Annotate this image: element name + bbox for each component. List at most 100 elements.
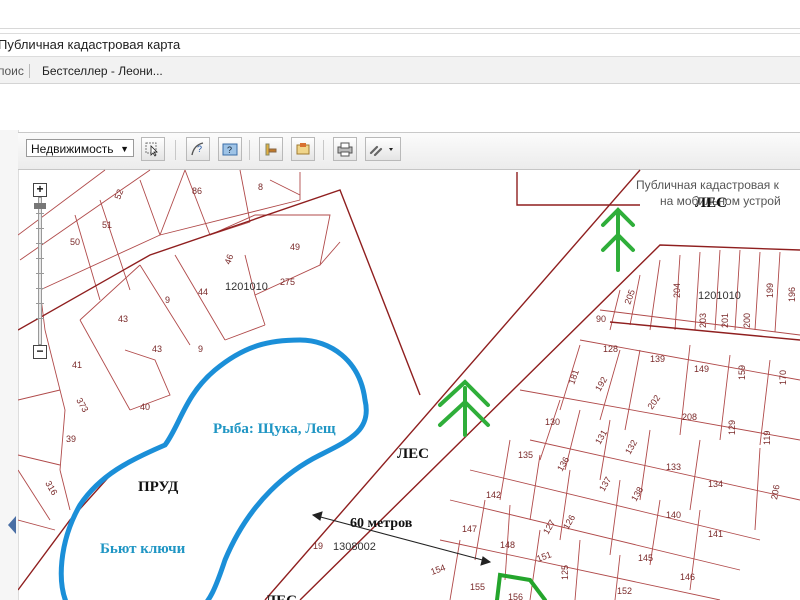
- springs-label: Бьют ключи: [100, 541, 186, 557]
- chevron-down-icon: ▼: [120, 144, 129, 154]
- favorites-bar: поис Бестселлер - Леони...: [0, 57, 800, 84]
- parcel-number: 204: [672, 283, 682, 298]
- address-bar[interactable]: Публичная кадастровая карта: [0, 33, 800, 57]
- titlebar-divider: [0, 28, 800, 29]
- zoom-in-button[interactable]: +: [33, 183, 47, 197]
- parcel-number: 154: [429, 562, 447, 577]
- map-canvas[interactable]: 52 86 8 51 50 49 46 275 44 9 43 43 9 41 …: [18, 169, 800, 600]
- measure-icon: [265, 143, 277, 156]
- print-icon: [337, 142, 353, 157]
- parcel-number: 129: [727, 420, 737, 435]
- parcel-lines: [18, 169, 800, 600]
- arrowhead-icon: [480, 556, 492, 566]
- tree-icon: [601, 207, 635, 272]
- parcel-number: 133: [666, 462, 681, 472]
- parcel-number: 373: [74, 396, 90, 414]
- parcel-number: 90: [596, 314, 606, 324]
- parcel-number: 39: [66, 434, 76, 444]
- layer-select-value: Недвижимость: [31, 142, 114, 156]
- link-button[interactable]: [365, 137, 401, 161]
- parcel-number: 155: [470, 582, 485, 592]
- parcel-number: 9: [198, 344, 203, 354]
- layer-select[interactable]: Недвижимость ▼: [26, 139, 134, 157]
- identify-button[interactable]: ?: [186, 137, 210, 161]
- parcel-number: 206: [769, 484, 781, 501]
- measure-button[interactable]: [259, 137, 283, 161]
- parcel-number: 40: [140, 402, 150, 412]
- tree-icon: [438, 379, 490, 437]
- parcel-number: 203: [698, 313, 708, 328]
- quarter-boundaries: [18, 169, 800, 600]
- arrowhead-icon: [311, 511, 323, 521]
- parcel-number: 136: [555, 455, 571, 473]
- svg-text:?: ?: [197, 144, 202, 154]
- fish-label: Рыба: Щука, Лещ: [213, 421, 336, 437]
- zoom-out-button[interactable]: −: [33, 345, 47, 359]
- distance-label: 60 метров: [350, 516, 413, 531]
- parcel-number: 125: [560, 565, 570, 580]
- zoom-slider-handle[interactable]: [34, 203, 46, 209]
- select-tool-button[interactable]: [141, 137, 165, 161]
- parcel-number: 181: [566, 368, 581, 386]
- cadastral-map[interactable]: 52 86 8 51 50 49 46 275 44 9 43 43 9 41 …: [18, 169, 800, 600]
- parcel-number: 130: [545, 417, 560, 427]
- pond-label: ПРУД: [138, 479, 179, 495]
- svg-text:?: ?: [227, 145, 232, 155]
- link-icon: [369, 145, 393, 157]
- info-button[interactable]: ?: [218, 137, 242, 161]
- parcel-number: 151: [535, 549, 553, 564]
- parcel-number: 134: [708, 479, 723, 489]
- forest-label: ЛЕС: [397, 446, 429, 462]
- parcel-number: 152: [617, 586, 632, 596]
- parcel-number: 50: [70, 237, 80, 247]
- side-panel-edge: [0, 130, 19, 600]
- map-toolbar: [18, 132, 800, 170]
- zoom-tick: [36, 228, 44, 229]
- parcel-number: 137: [597, 475, 613, 493]
- parcel-number: 170: [778, 370, 788, 385]
- zoom-tick: [36, 303, 44, 304]
- parcel-number: 41: [72, 360, 82, 370]
- parcel-number: 43: [152, 344, 162, 354]
- parcel-number: 51: [102, 220, 112, 230]
- parcel-number: 9: [165, 295, 170, 305]
- zoom-tick: [36, 318, 44, 319]
- zoom-tick: [36, 213, 44, 214]
- parcel-number: 316: [43, 479, 59, 497]
- parcel-number: 19: [313, 541, 323, 551]
- parcel-number: 200: [742, 313, 752, 328]
- parcel-number: 44: [198, 287, 208, 297]
- zoom-slider-track[interactable]: [38, 197, 42, 345]
- parcel-number: 52: [112, 188, 125, 201]
- favorites-separator: [29, 64, 30, 78]
- parcel-number: 138: [629, 485, 645, 503]
- parcel-number: 201: [720, 313, 730, 328]
- parcel-number: 146: [680, 572, 695, 582]
- parcel-number: 119: [762, 431, 772, 445]
- pond-outline: [58, 337, 369, 600]
- print-button[interactable]: [333, 137, 357, 161]
- zoom-tick: [36, 243, 44, 244]
- parcel-number: 127: [541, 518, 557, 536]
- parcel-number: 149: [694, 364, 709, 374]
- select-icon: [145, 142, 158, 157]
- parcel-number: 145: [638, 553, 653, 563]
- favorite-link-search[interactable]: поис: [0, 64, 24, 78]
- parcel-number: 139: [650, 354, 665, 364]
- panel-expand-arrow-icon[interactable]: [8, 516, 16, 534]
- toolbar-separator: [323, 140, 324, 160]
- parcel-number: 46: [222, 253, 235, 266]
- parcel-number: 86: [192, 186, 202, 196]
- zoom-tick: [36, 273, 44, 274]
- parcel-number: 128: [603, 344, 618, 354]
- favorite-link-bestseller[interactable]: Бестселлер - Леони...: [42, 64, 163, 78]
- identify-icon: ?: [191, 142, 204, 156]
- window-titlebar: [0, 0, 800, 30]
- parcel-number: 8: [258, 182, 263, 192]
- bookmark-icon: [296, 143, 310, 155]
- zoom-tick: [36, 258, 44, 259]
- quarter-number: 1308002: [333, 541, 376, 553]
- zoom-control: + −: [33, 183, 47, 359]
- parcel-number: 132: [623, 438, 639, 456]
- bookmark-button[interactable]: [291, 137, 315, 161]
